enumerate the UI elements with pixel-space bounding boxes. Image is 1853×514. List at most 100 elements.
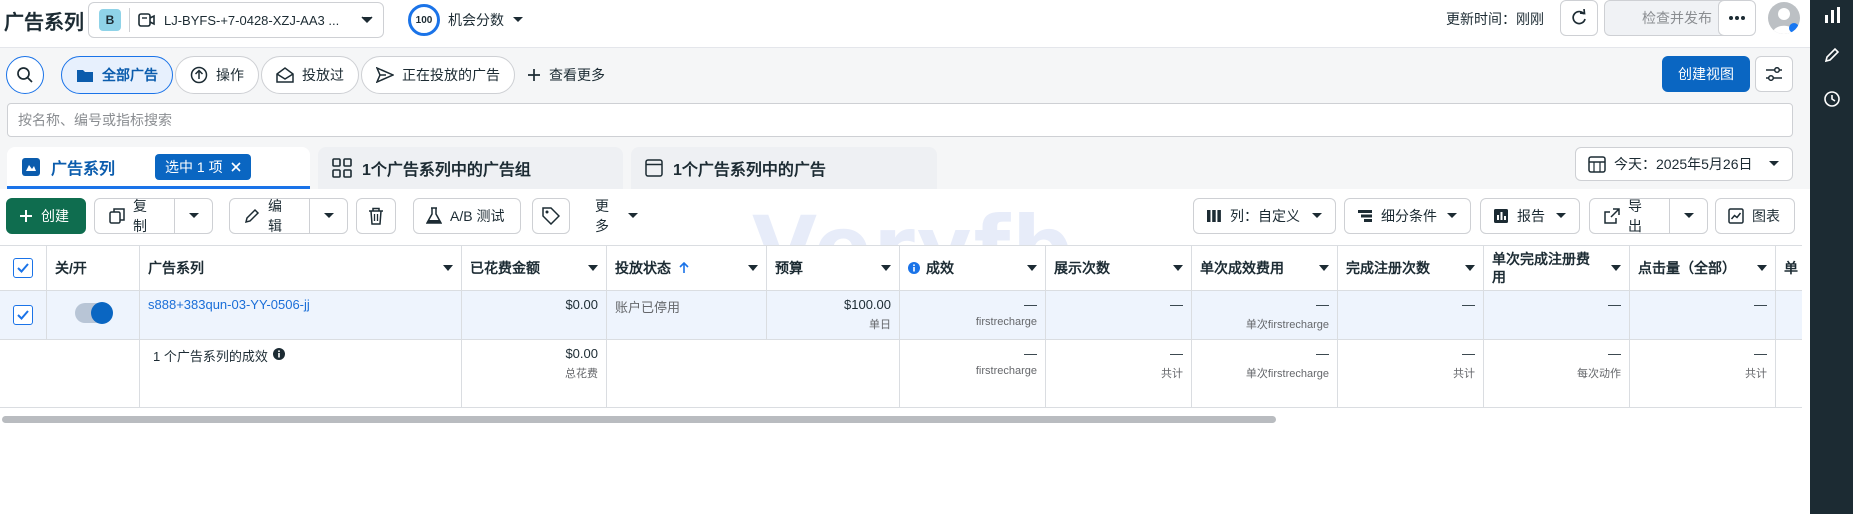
campaign-name-link[interactable]: s888+383qun-03-YY-0506-jj (148, 297, 310, 312)
right-rail (1810, 0, 1853, 514)
delete-button[interactable] (356, 198, 396, 234)
opportunity-score[interactable]: 100 机会分数 (408, 4, 524, 36)
summary-registrations: — (1462, 346, 1475, 361)
tab-label: 广告系列 (51, 160, 116, 178)
create-view-button[interactable]: 创建视图 (1662, 56, 1750, 92)
filter-settings-button[interactable] (1755, 56, 1793, 92)
create-label: 创建 (41, 208, 69, 224)
col-header-budget[interactable]: 预算 (767, 246, 900, 290)
chip-actions[interactable]: 操作 (175, 56, 259, 94)
tab-campaigns[interactable]: 广告系列 选中 1 项 (7, 147, 310, 189)
update-time: 更新时间：刚刚 (1446, 11, 1544, 27)
top-bar: 广告系列 B LJ-BYFS-+7-0428-XZJ-AA3 ... 100 机… (0, 0, 1810, 48)
more-button[interactable]: 更多 (582, 198, 652, 234)
col-header-impressions[interactable]: 展示次数 (1046, 246, 1192, 290)
ab-test-button[interactable]: A/B 测试 (413, 198, 521, 234)
edit-split-button[interactable]: 编辑 (229, 198, 348, 234)
bar-chart-icon[interactable] (1821, 4, 1843, 26)
summary-label-cell: 1 个广告系列的成效 (140, 340, 462, 407)
col-header-truncated[interactable]: 单 (1776, 246, 1802, 290)
results-cell: — firstrecharge (900, 291, 1046, 339)
search-input[interactable] (7, 103, 1793, 137)
tab-label: 1个广告系列中的广告 (673, 162, 826, 179)
info-icon (272, 348, 285, 360)
export-split-button[interactable]: 导出 (1589, 198, 1708, 234)
tab-ads[interactable]: 1个广告系列中的广告 (631, 147, 937, 189)
export-button[interactable]: 导出 (1590, 198, 1669, 234)
col-header-label: 完成注册次数 (1346, 260, 1430, 276)
col-header-registrations[interactable]: 完成注册次数 (1338, 246, 1484, 290)
col-header-label: 投放状态 (615, 260, 671, 276)
edit-button[interactable]: 编辑 (230, 198, 309, 234)
reports-button[interactable]: 报告 (1480, 198, 1580, 234)
summary-results-type: firstrecharge (975, 365, 1037, 377)
chevron-down-icon (443, 265, 453, 271)
refresh-button[interactable] (1560, 0, 1598, 36)
pencil-icon (244, 208, 260, 224)
breakdown-button[interactable]: 细分条件 (1344, 198, 1471, 234)
horizontal-scrollbar[interactable] (2, 416, 1276, 423)
close-icon[interactable] (231, 161, 241, 172)
create-button[interactable]: 创建 (6, 198, 86, 234)
chevron-down-icon (1465, 265, 1475, 271)
account-selector[interactable]: B LJ-BYFS-+7-0428-XZJ-AA3 ... (88, 2, 384, 38)
chevron-down-icon (1173, 265, 1183, 271)
col-header-cost-per-result[interactable]: 单次成效费用 (1192, 246, 1338, 290)
chip-see-more[interactable]: 查看更多 (512, 56, 620, 94)
campaign-toggle[interactable] (75, 302, 113, 324)
budget-type: 单日 (869, 319, 891, 331)
col-header-results[interactable]: 成效 (900, 246, 1046, 290)
avatar[interactable] (1768, 2, 1800, 34)
chart-label: 图表 (1752, 208, 1780, 224)
summary-blank (0, 340, 140, 407)
chip-active-ads[interactable]: 正在投放的广告 (361, 56, 515, 94)
tag-button[interactable] (532, 198, 570, 234)
table-row[interactable]: s888+383qun-03-YY-0506-jj $0.00 账户已停用 $1… (0, 291, 1802, 340)
col-header-label: 单次完成注册费用 (1492, 251, 1590, 285)
col-header-cost-per-registration[interactable]: 单次完成注册费用 (1484, 246, 1630, 290)
summary-impressions: — (1170, 346, 1183, 361)
chip-all-ads[interactable]: 全部广告 (61, 56, 173, 94)
col-header-status[interactable]: 投放状态 (607, 246, 767, 290)
export-dropdown[interactable] (1669, 199, 1707, 233)
edit-dropdown[interactable] (309, 199, 347, 233)
inbox-icon (276, 67, 294, 83)
columns-button[interactable]: 列：自定义 (1193, 198, 1336, 234)
registrations-cell: — (1338, 291, 1484, 339)
col-header-clicks[interactable]: 点击量（全部） (1630, 246, 1776, 290)
chevron-down-icon (627, 212, 639, 220)
folder-icon (76, 67, 94, 83)
col-header-toggle[interactable]: 关/开 (47, 246, 140, 290)
chip-label: 投放过 (302, 67, 344, 83)
ab-test-label: A/B 测试 (450, 208, 505, 224)
more-options-button[interactable] (1718, 0, 1756, 36)
chart-button[interactable]: 图表 (1715, 198, 1795, 234)
pencil-icon[interactable] (1821, 44, 1843, 66)
copy-button[interactable]: 复制 (95, 198, 174, 234)
tab-label: 1个广告系列中的广告组 (362, 162, 531, 179)
chevron-down-icon (1027, 265, 1037, 271)
col-header-spend[interactable]: 已花费金额 (462, 246, 607, 290)
truncated-cell (1776, 291, 1802, 339)
tab-adsets[interactable]: 1个广告系列中的广告组 (318, 147, 623, 189)
search-toggle-button[interactable] (6, 56, 44, 94)
flask-icon (426, 207, 442, 225)
summary-registrations-cell: — 共计 (1338, 340, 1484, 407)
chip-delivered[interactable]: 投放过 (261, 56, 359, 94)
summary-cpr: — (1316, 346, 1329, 361)
col-header-campaign[interactable]: 广告系列 (140, 246, 462, 290)
report-icon (1493, 208, 1509, 224)
date-range-picker[interactable]: 今天：2025年5月26日 (1575, 147, 1793, 181)
clock-icon[interactable] (1821, 88, 1843, 110)
selected-count-badge[interactable]: 选中 1 项 (155, 153, 251, 180)
chevron-down-icon (588, 265, 598, 271)
account-name: LJ-BYFS-+7-0428-XZJ-AA3 ... (164, 12, 340, 28)
row-checkbox[interactable] (13, 305, 33, 325)
copy-dropdown[interactable] (174, 199, 212, 233)
summary-spend-cell: $0.00 总花费 (462, 340, 607, 407)
summary-results-cell: — firstrecharge (900, 340, 1046, 407)
copy-split-button[interactable]: 复制 (94, 198, 213, 234)
select-all-cell (0, 246, 47, 290)
plus-icon (527, 68, 541, 82)
select-all-checkbox[interactable] (13, 258, 33, 278)
